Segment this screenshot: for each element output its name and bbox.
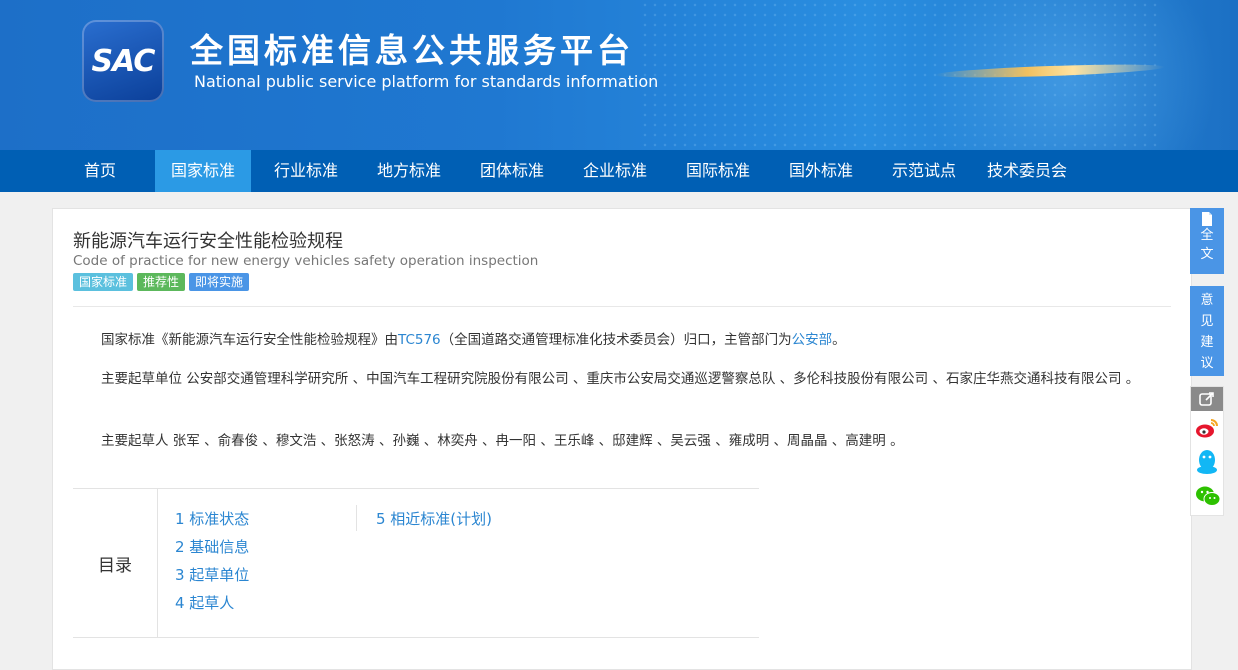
toc-item-similar-standards[interactable]: 5 相近标准(计划) [376,505,492,533]
weibo-icon [1196,419,1218,438]
nav-foreign-standards[interactable]: 国外标准 [773,150,869,192]
department-link[interactable]: 公安部 [792,332,833,348]
tc-link[interactable]: TC576 [398,332,441,348]
toc-item-status[interactable]: 1 标准状态 [175,505,249,533]
toc-item-basic-info[interactable]: 2 基础信息 [175,533,249,561]
feedback-button[interactable]: 意见建议 [1190,286,1224,376]
share-icon [1199,392,1214,406]
wechat-icon [1196,486,1221,506]
site-header: SAC 全国标准信息公共服务平台 National public service… [0,0,1238,150]
feedback-label: 意见建议 [1200,293,1214,371]
nav-group-standards[interactable]: 团体标准 [464,150,560,192]
drafting-units: 主要起草单位 公安部交通管理科学研究所 、中国汽车工程研究院股份有限公司 、重庆… [101,371,1140,387]
weibo-share[interactable] [1195,417,1219,443]
divider [73,306,1171,307]
site-title: 全国标准信息公共服务平台 [190,31,634,70]
document-icon [1202,212,1212,226]
share-toggle[interactable] [1191,387,1223,411]
sac-logo[interactable]: SAC [82,20,164,102]
toc-item-drafters[interactable]: 4 起草人 [175,589,249,617]
main-nav: 首页 国家标准 行业标准 地方标准 团体标准 企业标准 国际标准 国外标准 示范… [0,150,1238,192]
wechat-share[interactable] [1195,485,1221,511]
nav-home[interactable]: 首页 [68,150,132,192]
nav-demonstration[interactable]: 示范试点 [876,150,972,192]
qq-share[interactable] [1196,449,1218,479]
standard-title-en: Code of practice for new energy vehicles… [73,253,539,269]
badge-upcoming: 即将实施 [189,273,250,291]
badge-recommended: 推荐性 [137,273,186,291]
standard-title: 新能源汽车运行安全性能检验规程 [73,231,343,252]
fulltext-button[interactable]: 全文 [1190,208,1224,274]
share-panel [1190,386,1224,516]
nav-local-standards[interactable]: 地方标准 [361,150,457,192]
nav-industry-standards[interactable]: 行业标准 [258,150,354,192]
fulltext-label: 全文 [1200,228,1214,262]
toc-item-drafting-units[interactable]: 3 起草单位 [175,561,249,589]
toc-label: 目录 [73,489,158,637]
table-of-contents: 目录 1 标准状态 2 基础信息 3 起草单位 4 起草人 5 相近标准(计划) [73,488,759,638]
badge-national-standard: 国家标准 [73,273,134,291]
nav-international-standards[interactable]: 国际标准 [670,150,766,192]
nav-enterprise-standards[interactable]: 企业标准 [567,150,663,192]
badge-group: 国家标准 推荐性 即将实施 [73,273,250,291]
standard-detail-card: 新能源汽车运行安全性能检验规程 Code of practice for new… [52,208,1192,670]
nav-technical-committee[interactable]: 技术委员会 [979,150,1075,192]
site-subtitle: National public service platform for sta… [194,72,659,91]
qq-icon [1197,450,1217,474]
toc-column-1: 1 标准状态 2 基础信息 3 起草单位 4 起草人 [175,505,249,617]
drafters: 主要起草人 张军 、俞春俊 、穆文浩 、张怒涛 、孙巍 、林奕舟 、冉一阳 、王… [101,433,904,449]
nav-national-standards[interactable]: 国家标准 [155,150,251,192]
standard-description: 国家标准《新能源汽车运行安全性能检验规程》由TC576（全国道路交通管理标准化技… [101,332,846,348]
toc-column-2: 5 相近标准(计划) [376,505,492,533]
toc-divider [356,505,357,531]
